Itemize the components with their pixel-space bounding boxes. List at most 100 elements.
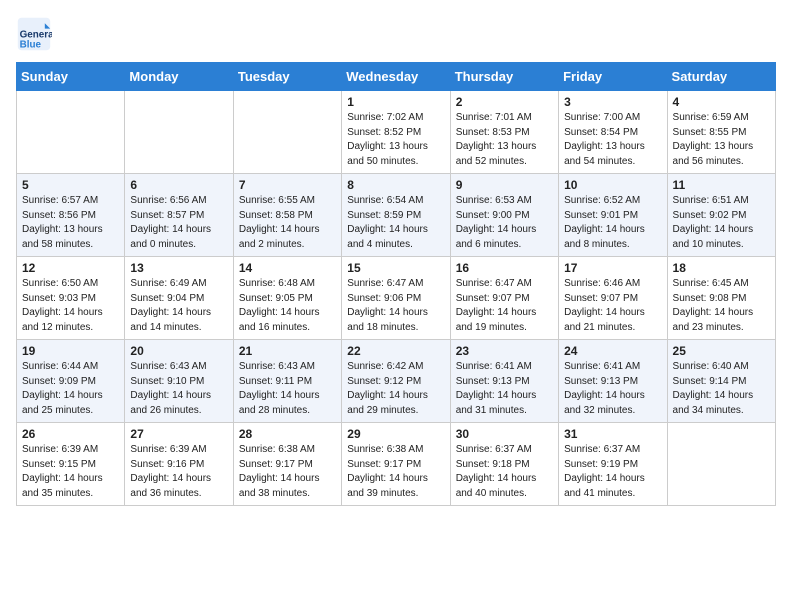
logo: General Blue	[16, 16, 56, 52]
day-info: Sunrise: 6:43 AMSunset: 9:11 PMDaylight:…	[239, 360, 336, 418]
calendar-cell: 7 Sunrise: 6:55 AMSunset: 8:58 PMDaylight…	[233, 174, 341, 257]
weekday-header-friday: Friday	[559, 63, 667, 91]
day-info: Sunrise: 6:57 AMSunset: 8:56 PMDaylight:…	[22, 194, 119, 252]
day-info: Sunrise: 6:37 AMSunset: 9:18 PMDaylight:…	[456, 443, 553, 501]
day-info: Sunrise: 6:42 AMSunset: 9:12 PMDaylight:…	[347, 360, 444, 418]
day-number: 20	[130, 344, 227, 358]
day-number: 13	[130, 261, 227, 275]
calendar-week-row: 26Sunrise: 6:39 AMSunset: 9:15 PMDayligh…	[17, 423, 776, 506]
day-number: 21	[239, 344, 336, 358]
calendar-cell: 24 Sunrise: 6:41 AMSunset: 9:13 PMDayligh…	[559, 340, 667, 423]
day-info: Sunrise: 6:38 AMSunset: 9:17 PMDaylight:…	[239, 443, 336, 501]
calendar-cell: 17 Sunrise: 6:46 AMSunset: 9:07 PMDayligh…	[559, 257, 667, 340]
calendar-cell: 11 Sunrise: 6:51 AMSunset: 9:02 PMDayligh…	[667, 174, 775, 257]
day-number: 1	[347, 95, 444, 109]
calendar-cell: 20 Sunrise: 6:43 AMSunset: 9:10 PMDayligh…	[125, 340, 233, 423]
day-info: Sunrise: 6:37 AMSunset: 9:19 PMDaylight:…	[564, 443, 661, 501]
weekday-header-tuesday: Tuesday	[233, 63, 341, 91]
calendar-cell: 27 Sunrise: 6:39 AMSunset: 9:16 PMDayligh…	[125, 423, 233, 506]
day-info: Sunrise: 6:54 AMSunset: 8:59 PMDaylight:…	[347, 194, 444, 252]
weekday-header-thursday: Thursday	[450, 63, 558, 91]
calendar-cell: 2Sunrise: 7:01 AMSunset: 8:53 PMDaylight…	[450, 91, 558, 174]
calendar-cell: 25 Sunrise: 6:40 AMSunset: 9:14 PMDayligh…	[667, 340, 775, 423]
day-info: Sunrise: 6:44 AMSunset: 9:09 PMDaylight:…	[22, 360, 119, 418]
calendar-cell: 31 Sunrise: 6:37 AMSunset: 9:19 PMDayligh…	[559, 423, 667, 506]
calendar-cell: 9Sunrise: 6:53 AMSunset: 9:00 PMDaylight…	[450, 174, 558, 257]
calendar-cell: 13 Sunrise: 6:49 AMSunset: 9:04 PMDayligh…	[125, 257, 233, 340]
day-number: 15	[347, 261, 444, 275]
day-info: Sunrise: 6:45 AMSunset: 9:08 PMDaylight:…	[673, 277, 770, 335]
calendar-week-row: 1 Sunrise: 7:02 AMSunset: 8:52 PMDaylight…	[17, 91, 776, 174]
day-number: 31	[564, 427, 661, 441]
day-number: 7	[239, 178, 336, 192]
day-info: Sunrise: 6:47 AMSunset: 9:06 PMDaylight:…	[347, 277, 444, 335]
day-info: Sunrise: 6:51 AMSunset: 9:02 PMDaylight:…	[673, 194, 770, 252]
calendar-cell: 22 Sunrise: 6:42 AMSunset: 9:12 PMDayligh…	[342, 340, 450, 423]
day-info: Sunrise: 6:53 AMSunset: 9:00 PMDaylight:…	[456, 194, 553, 252]
day-info: Sunrise: 6:43 AMSunset: 9:10 PMDaylight:…	[130, 360, 227, 418]
day-info: Sunrise: 6:55 AMSunset: 8:58 PMDaylight:…	[239, 194, 336, 252]
day-info: Sunrise: 6:52 AMSunset: 9:01 PMDaylight:…	[564, 194, 661, 252]
weekday-header-sunday: Sunday	[17, 63, 125, 91]
calendar-cell: 3Sunrise: 7:00 AMSunset: 8:54 PMDaylight…	[559, 91, 667, 174]
calendar-week-row: 5 Sunrise: 6:57 AMSunset: 8:56 PMDaylight…	[17, 174, 776, 257]
calendar-cell	[17, 91, 125, 174]
calendar-cell: 18 Sunrise: 6:45 AMSunset: 9:08 PMDayligh…	[667, 257, 775, 340]
day-info: Sunrise: 6:41 AMSunset: 9:13 PMDaylight:…	[564, 360, 661, 418]
day-number: 18	[673, 261, 770, 275]
calendar-cell: 30Sunrise: 6:37 AMSunset: 9:18 PMDayligh…	[450, 423, 558, 506]
day-number: 8	[347, 178, 444, 192]
weekday-header-wednesday: Wednesday	[342, 63, 450, 91]
page-header: General Blue	[16, 16, 776, 52]
day-number: 12	[22, 261, 119, 275]
day-number: 6	[130, 178, 227, 192]
logo-icon: General Blue	[16, 16, 52, 52]
day-number: 11	[673, 178, 770, 192]
calendar-cell: 23Sunrise: 6:41 AMSunset: 9:13 PMDayligh…	[450, 340, 558, 423]
calendar-week-row: 19 Sunrise: 6:44 AMSunset: 9:09 PMDayligh…	[17, 340, 776, 423]
day-info: Sunrise: 6:47 AMSunset: 9:07 PMDaylight:…	[456, 277, 553, 335]
calendar-cell: 14 Sunrise: 6:48 AMSunset: 9:05 PMDayligh…	[233, 257, 341, 340]
day-number: 19	[22, 344, 119, 358]
svg-text:Blue: Blue	[20, 40, 42, 51]
day-number: 5	[22, 178, 119, 192]
day-info: Sunrise: 7:01 AMSunset: 8:53 PMDaylight:…	[456, 111, 553, 169]
day-info: Sunrise: 6:59 AMSunset: 8:55 PMDaylight:…	[673, 111, 770, 169]
calendar-cell: 26Sunrise: 6:39 AMSunset: 9:15 PMDayligh…	[17, 423, 125, 506]
day-info: Sunrise: 6:39 AMSunset: 9:16 PMDaylight:…	[130, 443, 227, 501]
calendar-cell: 29Sunrise: 6:38 AMSunset: 9:17 PMDayligh…	[342, 423, 450, 506]
day-number: 23	[456, 344, 553, 358]
day-info: Sunrise: 6:46 AMSunset: 9:07 PMDaylight:…	[564, 277, 661, 335]
calendar-cell: 28Sunrise: 6:38 AMSunset: 9:17 PMDayligh…	[233, 423, 341, 506]
day-number: 3	[564, 95, 661, 109]
calendar-cell: 1 Sunrise: 7:02 AMSunset: 8:52 PMDaylight…	[342, 91, 450, 174]
day-info: Sunrise: 6:49 AMSunset: 9:04 PMDaylight:…	[130, 277, 227, 335]
calendar-cell: 15 Sunrise: 6:47 AMSunset: 9:06 PMDayligh…	[342, 257, 450, 340]
weekday-header-monday: Monday	[125, 63, 233, 91]
calendar-cell: 21 Sunrise: 6:43 AMSunset: 9:11 PMDayligh…	[233, 340, 341, 423]
day-number: 4	[673, 95, 770, 109]
calendar-cell: 16Sunrise: 6:47 AMSunset: 9:07 PMDayligh…	[450, 257, 558, 340]
calendar-cell: 6 Sunrise: 6:56 AMSunset: 8:57 PMDaylight…	[125, 174, 233, 257]
day-info: Sunrise: 6:48 AMSunset: 9:05 PMDaylight:…	[239, 277, 336, 335]
calendar-cell: 19 Sunrise: 6:44 AMSunset: 9:09 PMDayligh…	[17, 340, 125, 423]
calendar-cell: 8 Sunrise: 6:54 AMSunset: 8:59 PMDaylight…	[342, 174, 450, 257]
day-number: 17	[564, 261, 661, 275]
day-info: Sunrise: 6:39 AMSunset: 9:15 PMDaylight:…	[22, 443, 119, 501]
calendar-week-row: 12 Sunrise: 6:50 AMSunset: 9:03 PMDayligh…	[17, 257, 776, 340]
day-number: 22	[347, 344, 444, 358]
day-number: 25	[673, 344, 770, 358]
day-info: Sunrise: 7:02 AMSunset: 8:52 PMDaylight:…	[347, 111, 444, 169]
day-info: Sunrise: 6:56 AMSunset: 8:57 PMDaylight:…	[130, 194, 227, 252]
day-number: 24	[564, 344, 661, 358]
day-info: Sunrise: 6:40 AMSunset: 9:14 PMDaylight:…	[673, 360, 770, 418]
calendar-cell	[125, 91, 233, 174]
calendar-cell	[233, 91, 341, 174]
weekday-header-row: SundayMondayTuesdayWednesdayThursdayFrid…	[17, 63, 776, 91]
weekday-header-saturday: Saturday	[667, 63, 775, 91]
calendar-cell	[667, 423, 775, 506]
day-number: 14	[239, 261, 336, 275]
day-info: Sunrise: 6:50 AMSunset: 9:03 PMDaylight:…	[22, 277, 119, 335]
day-number: 27	[130, 427, 227, 441]
calendar-cell: 4 Sunrise: 6:59 AMSunset: 8:55 PMDaylight…	[667, 91, 775, 174]
